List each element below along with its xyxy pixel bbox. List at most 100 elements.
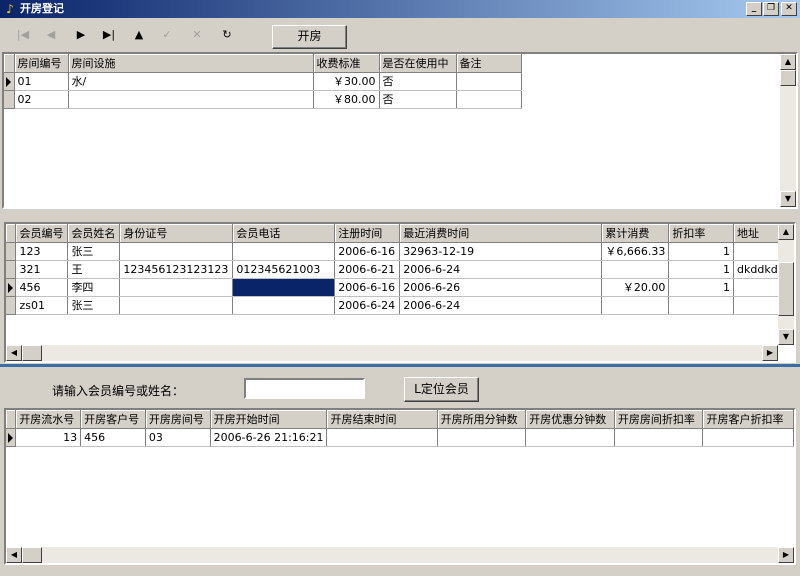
table-cell[interactable]: 1: [668, 278, 735, 297]
table-cell[interactable]: [702, 428, 794, 447]
scroll-up-icon[interactable]: ▲: [778, 224, 794, 240]
column-header[interactable]: 会员姓名: [67, 224, 121, 243]
table-cell[interactable]: 123: [15, 242, 69, 261]
scroll-thumb[interactable]: [778, 262, 794, 316]
table-cell[interactable]: [601, 296, 670, 315]
members-grid[interactable]: 会员编号 会员姓名 身份证号 会员电话 注册时间 最近消费时间 累计消费 折扣率 地址 123 张…: [4, 222, 796, 363]
scroll-thumb[interactable]: [22, 547, 42, 563]
column-header[interactable]: 开房流水号: [15, 410, 82, 429]
table-cell[interactable]: [525, 428, 615, 447]
column-header[interactable]: 累计消费: [601, 224, 670, 243]
column-header[interactable]: 会员电话: [232, 224, 336, 243]
table-cell[interactable]: [68, 90, 314, 109]
column-header[interactable]: 备注: [456, 54, 522, 73]
column-header[interactable]: 开房客户折扣率: [702, 410, 794, 429]
table-cell[interactable]: 01: [14, 72, 69, 91]
next-record-icon[interactable]: ▶: [70, 24, 92, 46]
table-cell[interactable]: 否: [379, 72, 457, 91]
column-header[interactable]: 折扣率: [668, 224, 735, 243]
scroll-down-icon[interactable]: ▼: [780, 191, 796, 207]
restore-button[interactable]: ❐: [763, 2, 779, 16]
column-header[interactable]: 房间设施: [68, 54, 314, 73]
table-cell[interactable]: [232, 242, 336, 261]
rooms-grid[interactable]: 房间编号 房间设施 收费标准 是否在使用中 备注 01 水/￥30.00 否 02 ￥80.00…: [2, 52, 798, 209]
table-cell[interactable]: [232, 278, 336, 297]
table-cell[interactable]: 2006-6-26 21:16:21: [210, 428, 328, 447]
table-cell[interactable]: 2006-6-26: [399, 278, 603, 297]
table-cell[interactable]: 2006-6-16: [334, 242, 401, 261]
row-indicator[interactable]: [6, 428, 17, 447]
table-row[interactable]: 02 ￥80.00 否: [4, 90, 522, 109]
column-header[interactable]: 房间编号: [14, 54, 69, 73]
table-cell[interactable]: [326, 428, 438, 447]
openings-grid[interactable]: 开房流水号 开房客户号 开房房间号 开房开始时间 开房结束时间 开房所用分钟数 开房优惠分钟…: [4, 408, 796, 565]
openings-hscroll[interactable]: ◀ ▶: [6, 547, 794, 563]
member-search-input[interactable]: [244, 378, 365, 399]
column-header[interactable]: 收费标准: [313, 54, 380, 73]
scroll-thumb[interactable]: [780, 70, 796, 86]
table-cell[interactable]: [232, 296, 336, 315]
table-cell[interactable]: 李四: [67, 278, 121, 297]
column-header[interactable]: 开房房间折扣率: [614, 410, 704, 429]
table-cell[interactable]: [456, 90, 522, 109]
table-row[interactable]: 456 李四 2006-6-16 2006-6-26 ￥20.00 1: [6, 278, 794, 297]
table-cell[interactable]: 2006-6-21: [334, 260, 401, 279]
first-record-icon[interactable]: |◀: [12, 24, 34, 46]
table-cell[interactable]: 否: [379, 90, 457, 109]
column-header[interactable]: 开房房间号: [145, 410, 211, 429]
last-record-icon[interactable]: ▶|: [98, 24, 120, 46]
table-cell[interactable]: 456: [15, 278, 69, 297]
row-indicator[interactable]: [6, 242, 17, 261]
table-cell[interactable]: 2006-6-24: [399, 260, 603, 279]
row-indicator[interactable]: [4, 72, 15, 91]
table-cell[interactable]: [614, 428, 704, 447]
column-header[interactable]: 开房开始时间: [210, 410, 328, 429]
table-cell[interactable]: 1: [668, 260, 735, 279]
insert-record-icon[interactable]: ▲: [128, 24, 150, 46]
table-cell[interactable]: 2006-6-24: [399, 296, 603, 315]
table-cell[interactable]: zs01: [15, 296, 69, 315]
rooms-vscroll[interactable]: ▲ ▼: [780, 54, 796, 207]
table-cell[interactable]: 张三: [67, 296, 121, 315]
scroll-right-icon[interactable]: ▶: [762, 345, 778, 361]
prior-record-icon[interactable]: ◀: [40, 24, 62, 46]
post-record-icon[interactable]: ✓: [156, 24, 178, 46]
table-cell[interactable]: 03: [145, 428, 211, 447]
table-cell[interactable]: 1: [668, 242, 735, 261]
table-cell[interactable]: 张三: [67, 242, 121, 261]
table-cell[interactable]: ￥80.00: [313, 90, 380, 109]
members-hscroll[interactable]: ◀ ▶: [6, 345, 778, 361]
minimize-button[interactable]: _: [746, 2, 762, 16]
column-header[interactable]: 开房结束时间: [326, 410, 438, 429]
refresh-icon[interactable]: ↻: [216, 24, 238, 46]
column-header[interactable]: 身份证号: [119, 224, 234, 243]
table-cell[interactable]: 123456123123123: [119, 260, 234, 279]
column-header[interactable]: 开房优惠分钟数: [525, 410, 615, 429]
column-header[interactable]: 最近消费时间: [399, 224, 603, 243]
scroll-left-icon[interactable]: ◀: [6, 547, 22, 563]
table-row[interactable]: 13 456 03 2006-6-26 21:16:21: [6, 428, 794, 447]
table-cell[interactable]: 王: [67, 260, 121, 279]
table-cell[interactable]: 456: [80, 428, 146, 447]
column-header[interactable]: 会员编号: [15, 224, 69, 243]
table-cell[interactable]: 2006-6-16: [334, 278, 401, 297]
open-room-button[interactable]: 开房: [272, 25, 347, 49]
table-cell[interactable]: 32963-12-19: [399, 242, 603, 261]
table-cell[interactable]: [601, 260, 670, 279]
table-row[interactable]: zs01 张三 2006-6-24 2006-6-24: [6, 296, 794, 315]
column-header[interactable]: 是否在使用中: [379, 54, 457, 73]
row-indicator[interactable]: [6, 260, 17, 279]
table-cell[interactable]: 13: [15, 428, 82, 447]
table-row[interactable]: 321 王 123456123123123 012345621003 2006-6-21…: [6, 260, 794, 279]
table-cell[interactable]: [437, 428, 527, 447]
table-row[interactable]: 123 张三 2006-6-16 32963-12-19 ￥6,666.33 1: [6, 242, 794, 261]
table-cell[interactable]: [119, 278, 234, 297]
table-cell[interactable]: 02: [14, 90, 69, 109]
scroll-up-icon[interactable]: ▲: [780, 54, 796, 70]
scroll-right-icon[interactable]: ▶: [778, 547, 794, 563]
table-cell[interactable]: 012345621003: [232, 260, 336, 279]
scroll-down-icon[interactable]: ▼: [778, 329, 794, 345]
table-cell[interactable]: ￥30.00: [313, 72, 380, 91]
column-header[interactable]: 开房客户号: [80, 410, 146, 429]
members-vscroll[interactable]: ▲ ▼: [778, 224, 794, 345]
